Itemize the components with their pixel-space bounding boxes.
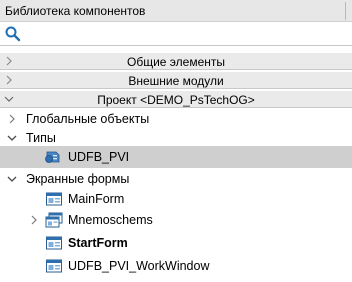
form-icon [46, 259, 62, 273]
tree-item-udfb-pvi-workwindow[interactable]: UDFB_PVI_WorkWindow [0, 255, 352, 277]
tree-item-mainform[interactable]: MainForm [0, 188, 352, 210]
form-group-icon [45, 212, 63, 228]
chevron-down-icon[interactable] [7, 133, 17, 143]
tree-item-label: Глобальные объекты [26, 112, 150, 126]
search-bar [0, 22, 352, 46]
tree-item-label: UDFB_PVI_WorkWindow [68, 259, 210, 273]
tree-item-screen-forms[interactable]: Экранные формы [0, 168, 352, 190]
chevron-right-icon[interactable] [29, 215, 39, 225]
tree-item-label: MainForm [68, 192, 125, 206]
search-icon[interactable] [4, 25, 22, 43]
section-label: Общие элементы [127, 55, 225, 69]
section-external-modules[interactable]: Внешние модули [0, 71, 352, 89]
tree-item-udfb-pvi[interactable]: UDFB_PVI [0, 146, 352, 168]
section-project[interactable]: Проект <DEMO_PsTechOG> [0, 90, 352, 108]
tree-item-label: Типы [26, 131, 56, 145]
section-label: Проект <DEMO_PsTechOG> [97, 93, 255, 107]
panel-header: Библиотека компонентов [0, 0, 352, 22]
search-input[interactable] [24, 24, 346, 44]
chevron-down-icon[interactable] [7, 174, 17, 184]
section-common-elements[interactable]: Общие элементы [0, 52, 352, 70]
header-divider [345, 2, 346, 20]
tree-item-label: Mnemoschems [68, 213, 153, 227]
tree-item-mnemoschems[interactable]: Mnemoschems [0, 209, 352, 231]
tree-item-label: UDFB_PVI [68, 150, 130, 164]
form-icon [46, 236, 62, 250]
tree-item-label: Экранные формы [26, 172, 130, 186]
function-block-icon [45, 151, 60, 163]
section-label: Внешние модули [128, 74, 224, 88]
form-icon [46, 192, 62, 206]
tree-item-startform[interactable]: StartForm [0, 232, 352, 254]
panel-title: Библиотека компонентов [5, 4, 146, 18]
tree-item-label: StartForm [68, 236, 128, 250]
chevron-right-icon[interactable] [7, 114, 17, 124]
